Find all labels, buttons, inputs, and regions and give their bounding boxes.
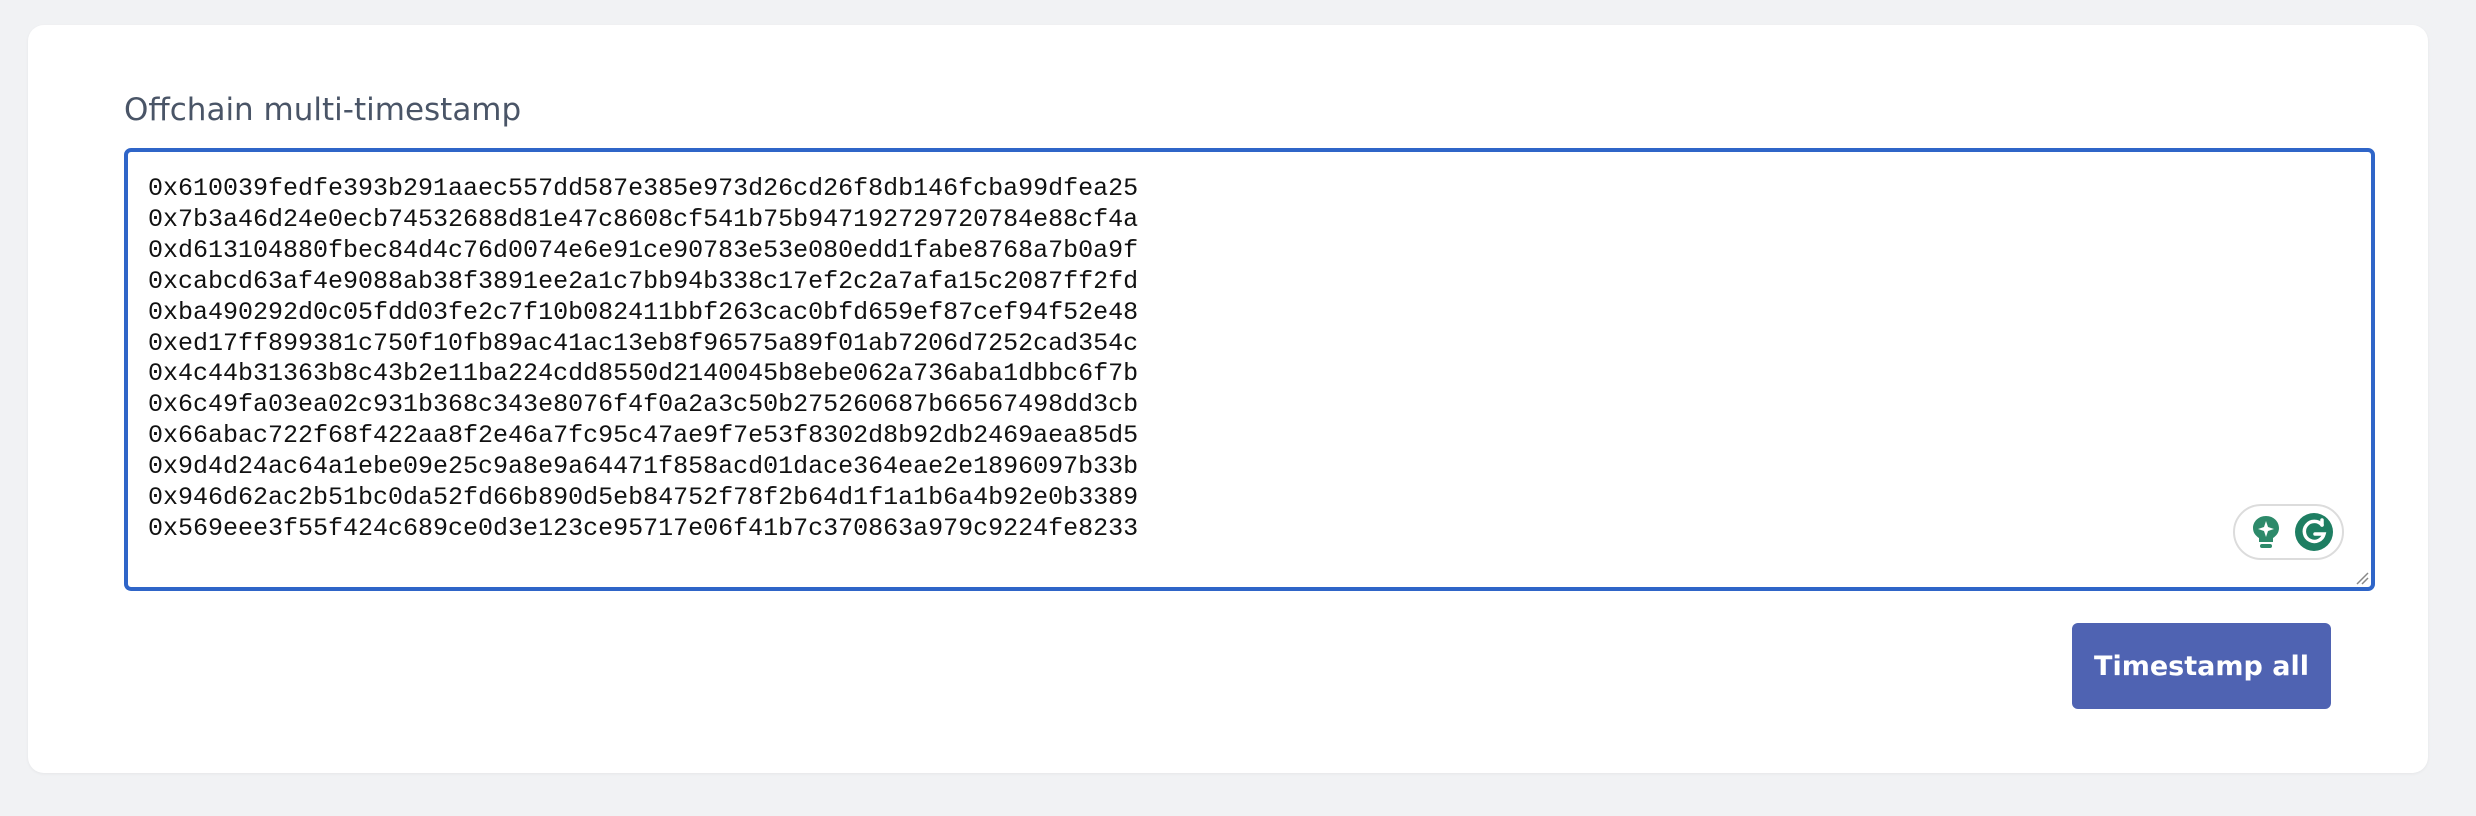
hash-line: 0x569eee3f55f424c689ce0d3e123ce95717e06f…: [148, 513, 1139, 543]
hash-line: 0xcabcd63af4e9088ab38f3891ee2a1c7bb94b33…: [148, 266, 1139, 296]
hash-line: 0x610039fedfe393b291aaec557dd587e385e973…: [148, 174, 1139, 203]
hash-line: 0x9d4d24ac64a1ebe09e25c9a8e9a64471f858ac…: [148, 452, 1139, 482]
hash-line: 0xed17ff899381c750f10fb89ac41ac13eb8f965…: [148, 328, 1139, 358]
timestamp-all-button[interactable]: Timestamp all: [2072, 623, 2331, 709]
hash-line: 0x946d62ac2b51bc0da52fd66b890d5eb84752f7…: [148, 483, 1139, 513]
hash-line: 0x7b3a46d24e0ecb74532688d81e47c8608cf541…: [148, 204, 1139, 234]
lightbulb-sparkle-icon[interactable]: [2247, 513, 2285, 551]
hash-list[interactable]: 0x610039fedfe393b291aaec557dd587e385e973…: [148, 174, 1138, 545]
hash-line: 0xd613104880fbec84d4c76d0074e6e91ce90783…: [148, 235, 1139, 265]
hash-line: 0x66abac722f68f422aa8f2e46a7fc95c47ae9f7…: [148, 421, 1139, 451]
hash-line: 0xba490292d0c05fdd03fe2c7f10b082411bbf26…: [148, 297, 1139, 327]
resize-handle-icon[interactable]: [2353, 569, 2369, 585]
hash-line: 0x4c44b31363b8c43b2e11ba224cdd8550d21400…: [148, 359, 1139, 389]
grammarly-g-icon[interactable]: [2295, 513, 2333, 551]
hashes-textarea[interactable]: 0x610039fedfe393b291aaec557dd587e385e973…: [124, 148, 2375, 591]
hash-line: 0x6c49fa03ea02c931b368c343e8076f4f0a2a3c…: [148, 390, 1139, 420]
writing-assistant-widget[interactable]: [2233, 504, 2344, 560]
field-label: Offchain multi-timestamp: [124, 92, 522, 128]
